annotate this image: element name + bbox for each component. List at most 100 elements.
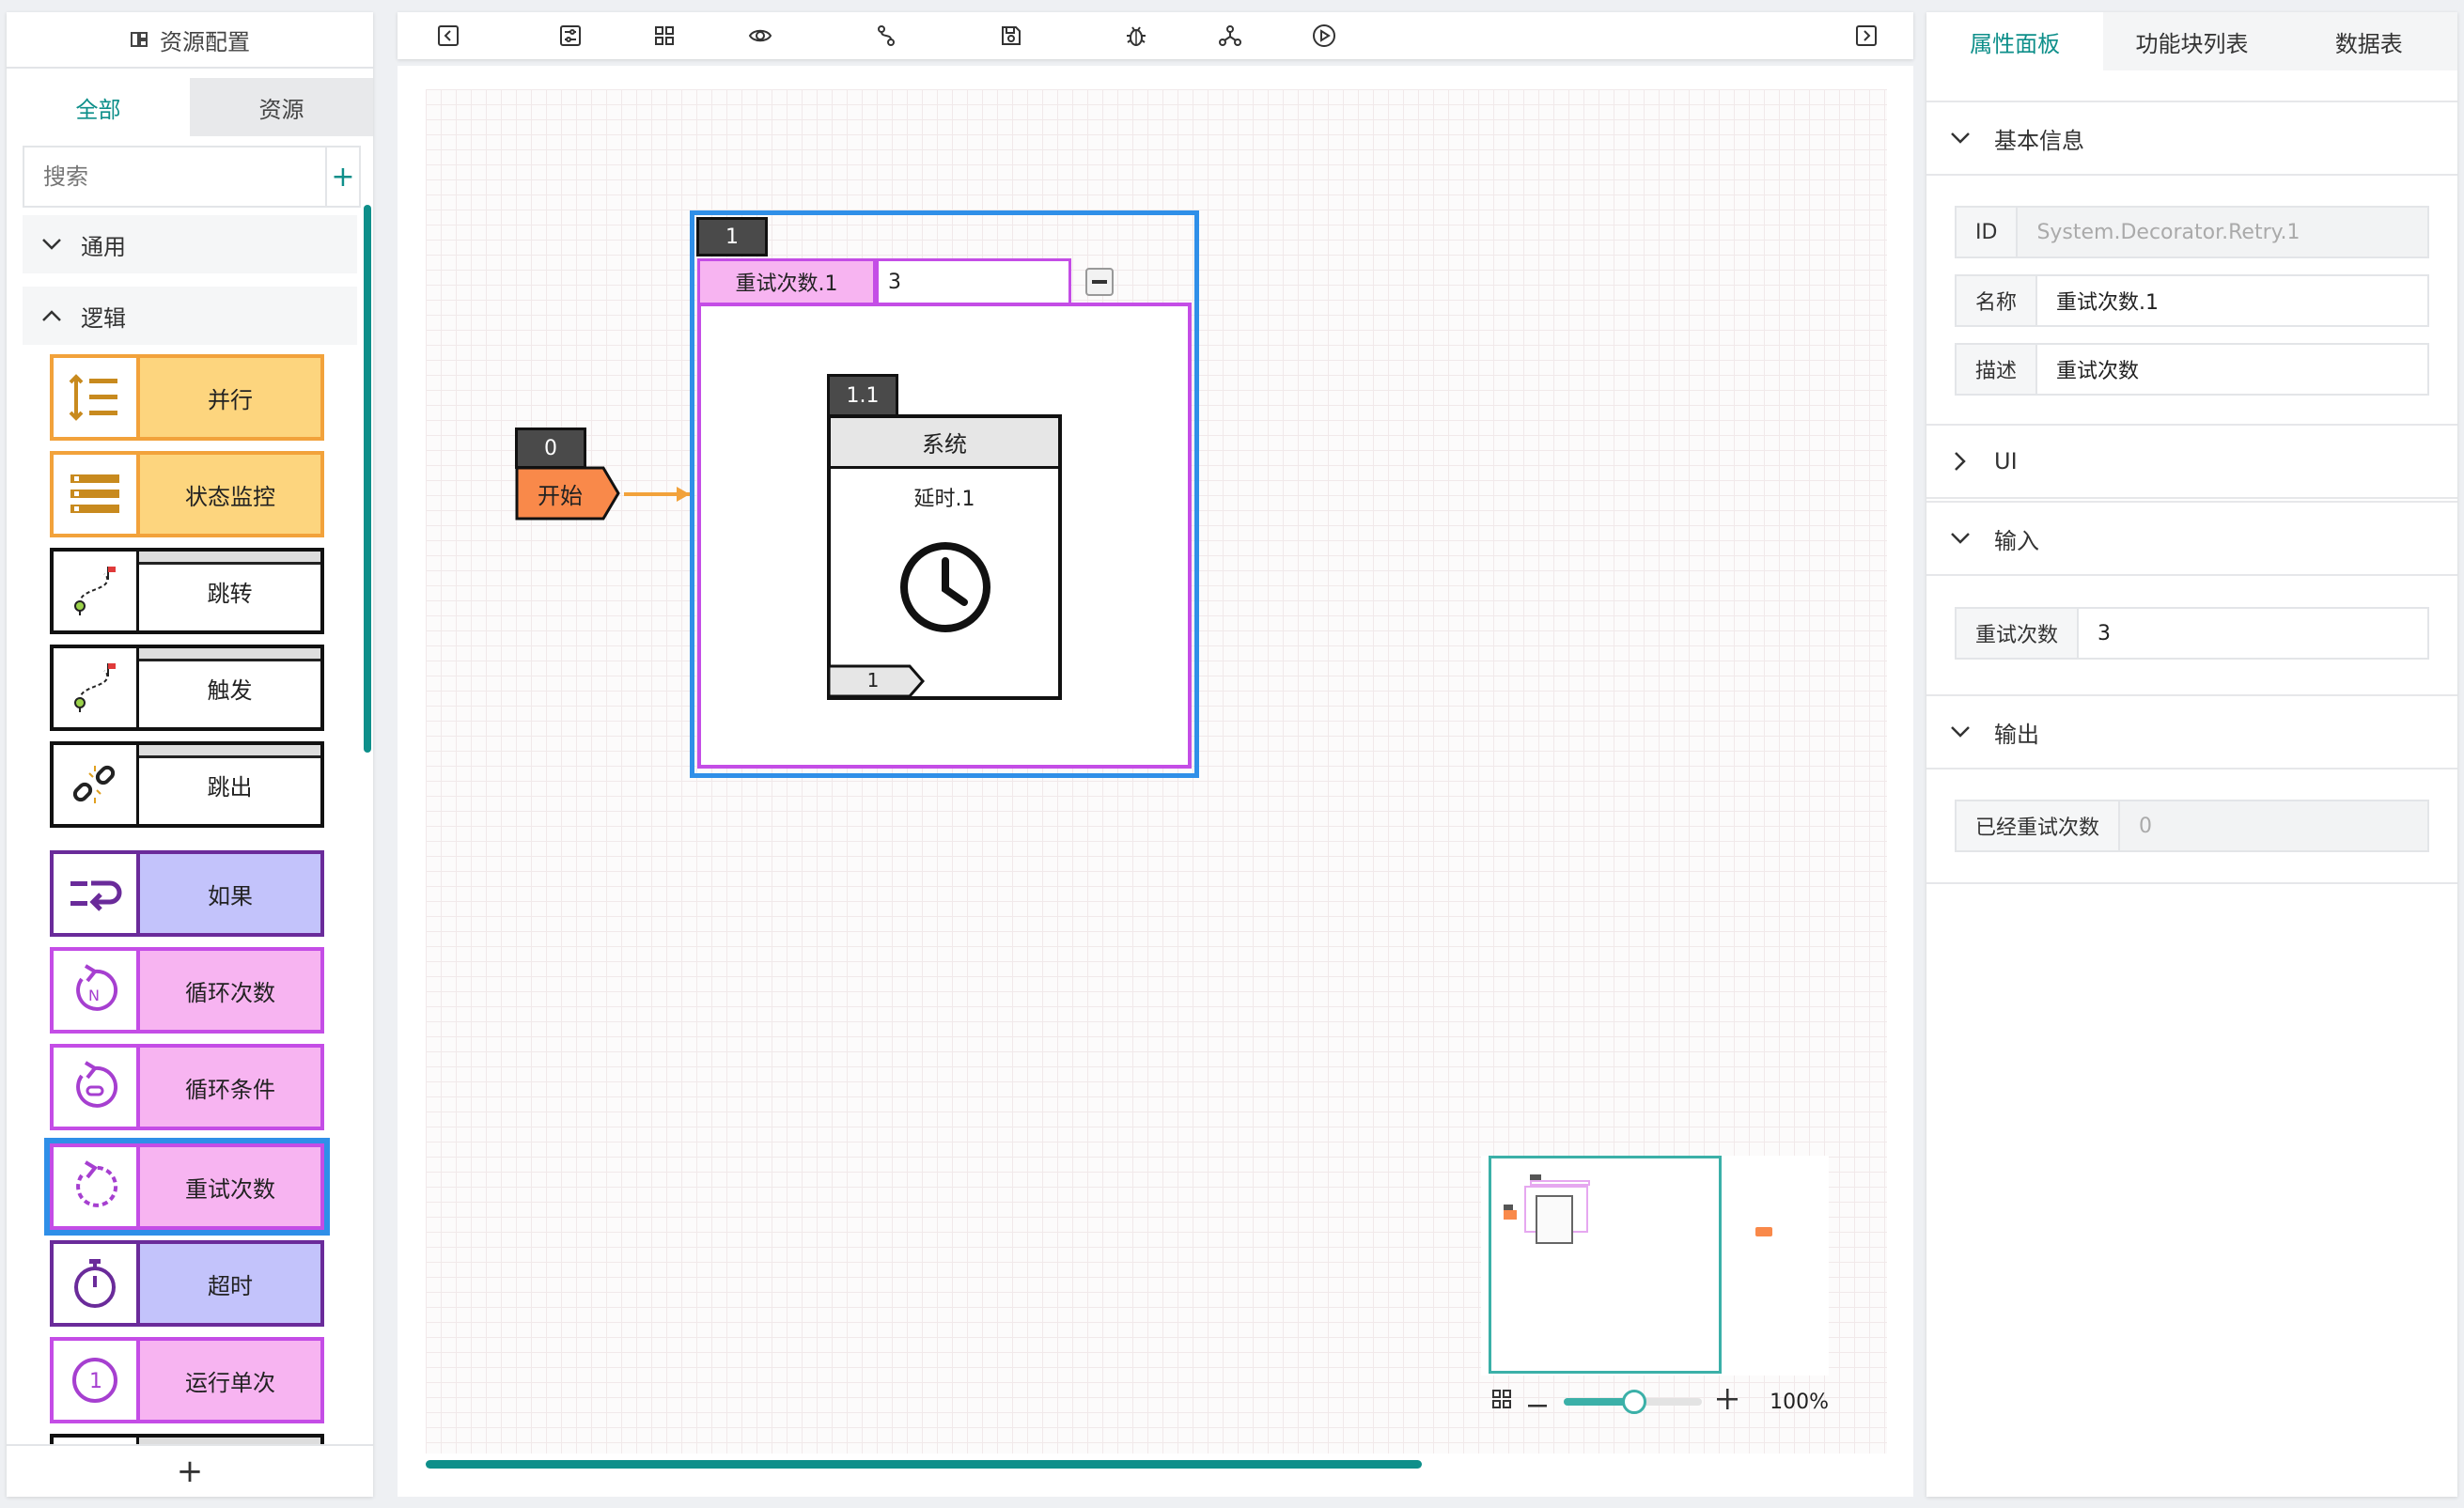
palette-scrollbar[interactable] [364, 205, 371, 753]
network-icon[interactable] [1215, 21, 1245, 51]
block-jump[interactable]: 跳转 [50, 548, 324, 634]
retry-count-input[interactable]: 3 [876, 258, 1071, 305]
zoom-slider-knob[interactable] [1622, 1390, 1646, 1414]
block-label-wrap: 跳出 [136, 745, 320, 824]
field-retries-done: 已经重试次数 0 [1955, 800, 2429, 852]
section-title: 基本信息 [1994, 127, 2084, 154]
canvas-horizontal-scrollbar[interactable] [426, 1460, 1422, 1469]
block-retry-count[interactable]: 重试次数 [44, 1138, 330, 1236]
retry-node-name: 重试次数.1 [697, 258, 876, 305]
section-basic-info[interactable]: 基本信息 [1926, 101, 2457, 176]
chevron-down-icon [1926, 725, 1994, 738]
property-tabs: 属性面板 功能块列表 数据表 [1926, 12, 2457, 70]
field-label: ID [1957, 208, 2019, 257]
section-ui[interactable]: UI [1926, 424, 2457, 499]
block-break[interactable]: 跳出 [50, 741, 324, 828]
block-timeout[interactable]: 超时 [50, 1240, 324, 1327]
collapse-minus-icon[interactable] [1085, 268, 1114, 296]
block-if[interactable]: 如果 [50, 850, 324, 937]
block-loop-count[interactable]: N 循环次数 [50, 947, 324, 1034]
node-name: 延时.1 [913, 488, 975, 511]
category-general[interactable]: 通用 [23, 215, 357, 273]
tab-resources[interactable]: 资源 [190, 78, 373, 136]
chevron-up-icon [23, 309, 81, 322]
field-id: ID System.Decorator.Retry.1 [1955, 206, 2429, 258]
fit-view-icon[interactable] [1490, 1388, 1513, 1416]
block-parallel[interactable]: 并行 [50, 354, 324, 441]
section-output[interactable]: 输出 [1926, 694, 2457, 770]
category-label: 逻辑 [81, 304, 126, 332]
block-run-once[interactable]: 1 运行单次 [50, 1337, 324, 1423]
section-title: 输出 [1994, 721, 2039, 748]
tab-properties[interactable]: 属性面板 [1926, 12, 2104, 70]
retry-count-input[interactable]: 3 [2079, 609, 2427, 658]
tab-block-list[interactable]: 功能块列表 [2103, 12, 2281, 70]
block-label: 触发 [207, 676, 253, 704]
zoom-controls: 100% [1490, 1383, 1829, 1421]
field-label: 名称 [1957, 276, 2038, 325]
resource-panel: 资源配置 全部 资源 + 通用 逻辑 并行 状态监控 跳转 [7, 12, 373, 1497]
retry-icon [54, 1147, 136, 1226]
canvas-toolbar [398, 12, 1913, 59]
block-label-bar [139, 745, 320, 758]
search-input[interactable] [24, 148, 325, 206]
block-palette: 并行 状态监控 跳转 触发 跳出 如果 N 循环次数 循环条件 重试次数 超时 … [44, 354, 335, 1461]
run-play-icon[interactable] [1309, 21, 1339, 51]
loop-n-icon: N [54, 951, 136, 1030]
minimap-node [1536, 1195, 1573, 1244]
property-panel: 属性面板 功能块列表 数据表 基本信息 ID System.Decorator.… [1926, 12, 2457, 1497]
field-name: 名称 重试次数.1 [1955, 274, 2429, 327]
node-id-badge: 0 [515, 428, 586, 469]
broken-chain-icon [54, 745, 136, 824]
chevron-down-icon [1926, 132, 1994, 145]
name-input[interactable]: 重试次数.1 [2037, 276, 2427, 325]
delay-action-node[interactable]: 系统 延时.1 1 [827, 414, 1062, 700]
resource-tabs: 全部 资源 [7, 78, 373, 136]
search-bar: + [23, 146, 361, 208]
block-label: 超时 [136, 1244, 320, 1323]
route-icon[interactable] [871, 21, 901, 51]
block-state-monitor[interactable]: 状态监控 [50, 451, 324, 537]
field-retry-count: 重试次数 3 [1955, 607, 2429, 660]
block-label-bar [139, 552, 320, 565]
category-logic[interactable]: 逻辑 [23, 287, 357, 345]
node-id-badge: 1.1 [827, 374, 898, 417]
list-icon [54, 455, 136, 534]
chevron-down-icon [23, 238, 81, 251]
preview-eye-icon[interactable] [745, 21, 775, 51]
run-once-icon: 1 [54, 1341, 136, 1420]
debug-bug-icon[interactable] [1121, 21, 1151, 51]
branch-arrow-icon [54, 854, 136, 933]
field-label: 重试次数 [1957, 609, 2080, 658]
block-trigger[interactable]: 触发 [50, 645, 324, 731]
section-title: UI [1994, 448, 2018, 474]
tab-data-table[interactable]: 数据表 [2280, 12, 2457, 70]
add-resource-button[interactable]: + [325, 148, 359, 206]
zoom-slider[interactable] [1564, 1390, 1703, 1414]
settings-icon[interactable] [555, 21, 585, 51]
minimap[interactable] [1481, 1156, 1829, 1376]
fit-view-icon[interactable] [649, 21, 679, 51]
zoom-in-icon[interactable] [1717, 1389, 1739, 1415]
clock-icon [900, 542, 990, 632]
block-label: 状态监控 [136, 455, 320, 534]
zoom-out-icon[interactable] [1528, 1391, 1547, 1414]
section-input[interactable]: 输入 [1926, 501, 2457, 576]
node-category-title: 系统 [831, 418, 1058, 469]
block-label: 跳转 [207, 580, 253, 607]
add-block-button[interactable]: + [7, 1444, 373, 1497]
block-label: 重试次数 [136, 1147, 320, 1226]
block-loop-condition[interactable]: 循环条件 [50, 1044, 324, 1130]
resource-panel-header: 资源配置 [7, 12, 373, 69]
collapse-right-icon[interactable] [1851, 21, 1881, 51]
loop-condition-icon [54, 1048, 136, 1127]
route-icon [54, 552, 136, 630]
collapse-left-icon[interactable] [433, 21, 463, 51]
description-input[interactable]: 重试次数 [2037, 345, 2427, 394]
retries-done-value: 0 [2120, 801, 2427, 850]
svg-text:N: N [88, 987, 100, 1004]
field-label: 已经重试次数 [1957, 801, 2121, 850]
parallel-icon [54, 358, 136, 437]
save-icon[interactable] [996, 21, 1026, 51]
tab-all[interactable]: 全部 [7, 78, 190, 136]
